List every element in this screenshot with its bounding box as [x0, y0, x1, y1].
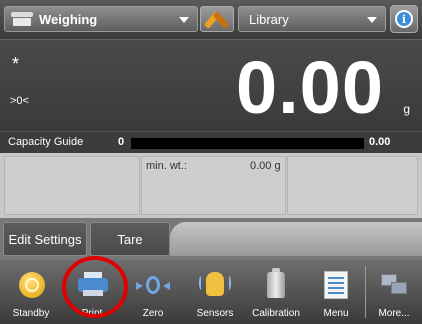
menu-button[interactable]: Menu	[308, 260, 364, 324]
library-label: Library	[249, 11, 289, 27]
stable-indicator: *	[12, 54, 20, 74]
bottom-toolbar: Standby Print Zero Sensors Calibration M…	[0, 260, 422, 324]
edit-settings-button[interactable]: Edit Settings	[3, 222, 87, 256]
info-button[interactable]: i	[390, 5, 418, 33]
application-label: Weighing	[39, 11, 98, 27]
calibration-button[interactable]: Calibration	[244, 260, 308, 324]
center-of-zero-indicator: >0<	[10, 95, 29, 107]
sensors-icon	[198, 268, 232, 302]
capacity-guide-label: Capacity Guide	[8, 136, 84, 148]
toolbar-divider	[365, 266, 366, 318]
print-label: Print	[81, 308, 103, 319]
tare-button[interactable]: Tare	[90, 222, 170, 256]
min-weight-value: 0.00 g	[250, 160, 281, 172]
menu-icon	[319, 268, 353, 302]
sensors-button[interactable]: Sensors	[184, 260, 246, 324]
info-panel: min. wt.: 0.00 g	[0, 153, 422, 218]
scale-icon	[11, 12, 33, 26]
standby-label: Standby	[12, 308, 50, 319]
info-cell	[4, 156, 140, 215]
calibration-label: Calibration	[252, 308, 300, 319]
print-button[interactable]: Print	[62, 260, 122, 324]
tare-label: Tare	[117, 231, 143, 247]
weight-display: * >0< 0.00 g	[0, 39, 422, 131]
info-cell	[287, 156, 418, 215]
calibration-weight-icon	[259, 268, 293, 302]
zero-icon	[136, 268, 170, 302]
min-weight-label: min. wt.:	[146, 160, 187, 172]
action-bar-filler	[170, 222, 422, 256]
tools-button[interactable]	[200, 6, 234, 32]
standby-button[interactable]: Standby	[2, 260, 60, 324]
more-icon	[377, 268, 411, 302]
edit-settings-label: Edit Settings	[8, 231, 82, 247]
more-button[interactable]: More...	[368, 260, 420, 324]
sensors-label: Sensors	[196, 308, 234, 319]
capacity-guide: Capacity Guide 0 0.00	[0, 131, 422, 153]
top-bar: Weighing Library i	[0, 0, 422, 39]
standby-icon	[14, 268, 48, 302]
menu-label: Menu	[323, 308, 349, 319]
capacity-guide-min: 0	[118, 136, 125, 148]
chevron-down-icon	[179, 17, 189, 23]
zero-button[interactable]: Zero	[124, 260, 182, 324]
capacity-guide-max: 0.00	[369, 136, 391, 148]
application-select[interactable]: Weighing	[4, 6, 198, 32]
chevron-down-icon	[367, 17, 377, 23]
weight-unit: g	[403, 102, 410, 116]
info-icon: i	[395, 10, 413, 28]
printer-icon	[75, 268, 109, 302]
action-bar: Edit Settings Tare	[0, 218, 422, 260]
capacity-guide-bar	[131, 138, 364, 149]
more-label: More...	[378, 308, 410, 319]
library-select[interactable]: Library	[238, 6, 386, 32]
zero-label: Zero	[142, 308, 164, 319]
weight-value: 0.00	[235, 46, 384, 129]
